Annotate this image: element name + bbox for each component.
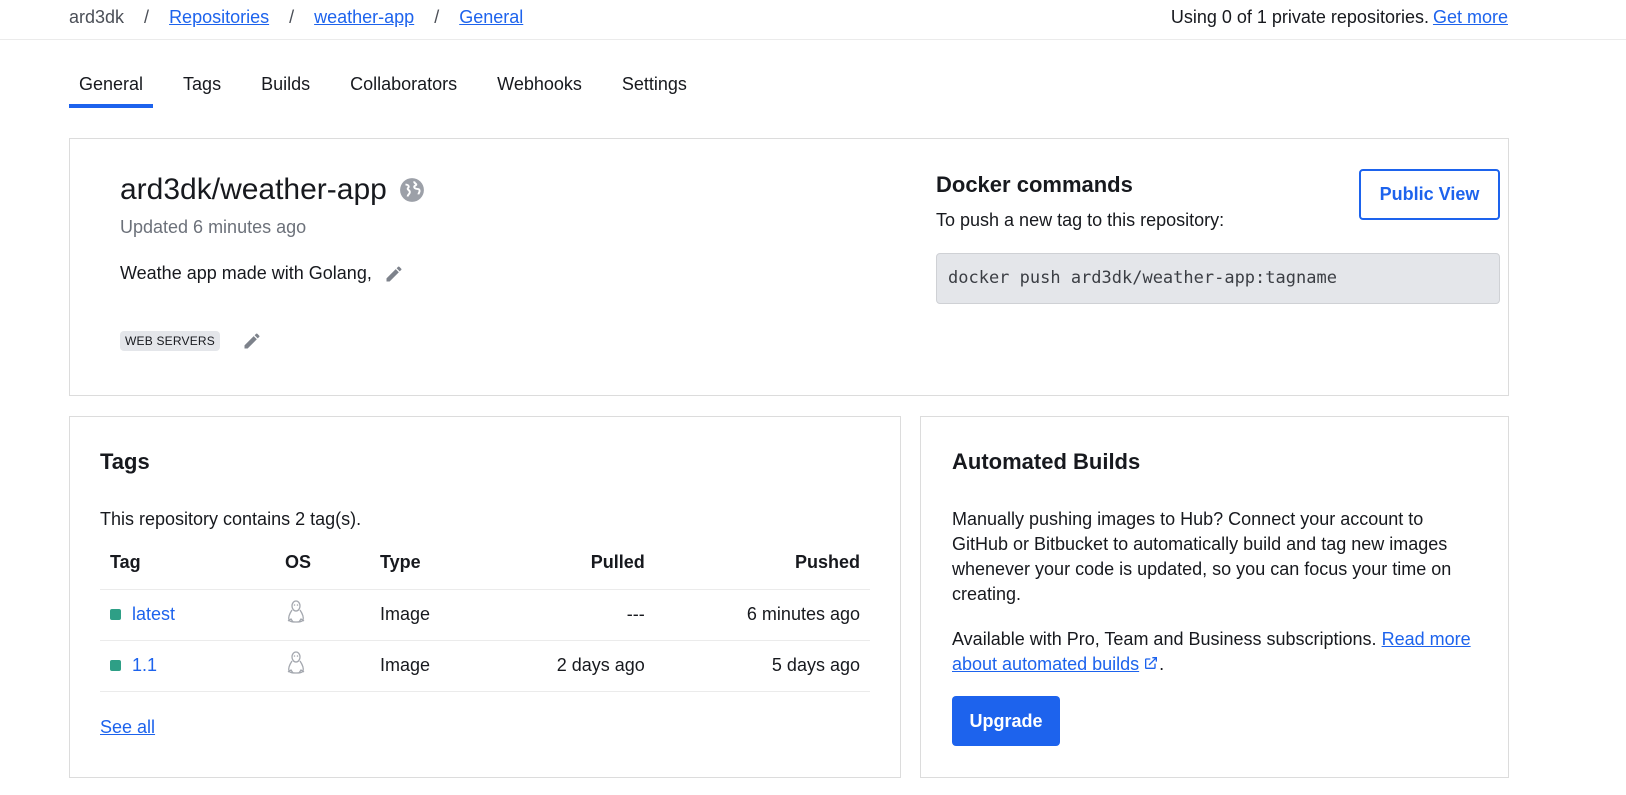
automated-builds-availability: Available with Pro, Team and Business su… — [952, 627, 1482, 678]
tab-general[interactable]: General — [69, 74, 154, 108]
tag-name-wrap: latest — [110, 604, 175, 625]
tab-builds[interactable]: Builds — [251, 74, 320, 108]
edit-description-pencil-icon[interactable] — [384, 264, 404, 284]
tab-tags[interactable]: Tags — [173, 74, 231, 108]
tag-status-dot-icon — [110, 609, 121, 620]
docker-commands-title: Docker commands — [936, 172, 1133, 197]
breadcrumb-repositories-link[interactable]: Repositories — [169, 7, 269, 28]
table-header-row: Tag OS Type Pulled Pushed — [100, 537, 870, 590]
upgrade-button[interactable]: Upgrade — [952, 696, 1060, 746]
col-tag: Tag — [100, 537, 275, 590]
os-cell — [275, 589, 370, 641]
tag-cell: 1.1 — [100, 640, 275, 692]
col-pushed: Pushed — [654, 537, 870, 590]
tag-link[interactable]: 1.1 — [132, 655, 157, 676]
linux-icon — [285, 600, 307, 629]
tags-table: Tag OS Type Pulled Pushed latest Image -… — [100, 537, 870, 692]
availability-text: Available with Pro, Team and Business su… — [952, 629, 1377, 649]
docker-push-command[interactable]: docker push ard3dk/weather-app:tagname — [936, 253, 1500, 304]
repo-description: Weathe app made with Golang, — [120, 263, 372, 283]
top-bar: ard3dk / Repositories / weather-app / Ge… — [0, 0, 1626, 40]
globe-icon — [399, 177, 425, 203]
linux-icon — [285, 651, 307, 680]
breadcrumb-separator: / — [434, 7, 440, 27]
col-type: Type — [370, 537, 480, 590]
repo-title-row: ard3dk/weather-app — [120, 173, 425, 207]
automated-builds-description: Manually pushing images to Hub? Connect … — [952, 509, 1452, 604]
repo-name: ard3dk/weather-app — [120, 173, 387, 206]
breadcrumb-separator: / — [289, 7, 295, 27]
automated-builds-panel: Automated Builds Manually pushing images… — [920, 416, 1509, 778]
category-row: WEB SERVERS — [120, 331, 262, 351]
breadcrumb-separator: / — [144, 7, 150, 27]
repo-tabs: General Tags Builds Collaborators Webhoo… — [69, 74, 717, 108]
table-row: latest Image --- 6 minutes ago — [100, 589, 870, 641]
pulled-cell: --- — [480, 589, 655, 641]
type-cell: Image — [370, 640, 480, 692]
repo-updated: Updated 6 minutes ago — [120, 217, 307, 237]
tab-webhooks[interactable]: Webhooks — [487, 74, 592, 108]
repo-overview-panel: ard3dk/weather-app Updated 6 minutes ago… — [69, 138, 1509, 396]
breadcrumb: ard3dk / Repositories / weather-app / Ge… — [69, 7, 523, 28]
see-all-tags-link[interactable]: See all — [100, 717, 155, 738]
breadcrumb-general-link[interactable]: General — [459, 7, 523, 28]
tab-settings[interactable]: Settings — [612, 74, 697, 108]
tab-collaborators[interactable]: Collaborators — [340, 74, 467, 108]
docker-commands-subtitle: To push a new tag to this repository: — [936, 210, 1225, 230]
breadcrumb-user: ard3dk — [69, 7, 125, 27]
repo-description-row: Weathe app made with Golang, — [120, 263, 404, 284]
tag-cell: latest — [100, 589, 275, 641]
get-more-link[interactable]: Get more — [1433, 7, 1508, 27]
external-link-icon — [1143, 653, 1159, 678]
tag-link[interactable]: latest — [132, 604, 175, 625]
tag-name-wrap: 1.1 — [110, 655, 157, 676]
col-pulled: Pulled — [480, 537, 655, 590]
availability-end: . — [1159, 654, 1165, 674]
pushed-cell: 6 minutes ago — [654, 589, 870, 641]
tags-summary: This repository contains 2 tag(s). — [100, 509, 362, 529]
public-view-button[interactable]: Public View — [1359, 169, 1500, 220]
category-chip: WEB SERVERS — [120, 331, 221, 351]
table-row: 1.1 Image 2 days ago 5 days ago — [100, 640, 870, 692]
tags-title: Tags — [100, 449, 150, 474]
tag-status-dot-icon — [110, 660, 121, 671]
pushed-cell: 5 days ago — [654, 640, 870, 692]
os-cell — [275, 640, 370, 692]
usage-text: Using 0 of 1 private repositories. — [1170, 7, 1429, 27]
breadcrumb-repo-link[interactable]: weather-app — [314, 7, 414, 28]
automated-builds-title: Automated Builds — [952, 449, 1141, 474]
tags-panel: Tags This repository contains 2 tag(s). … — [69, 416, 901, 778]
private-repo-usage: Using 0 of 1 private repositories. Get mo… — [1171, 7, 1508, 28]
edit-category-pencil-icon[interactable] — [242, 331, 262, 351]
pulled-cell: 2 days ago — [480, 640, 655, 692]
col-os: OS — [275, 537, 370, 590]
type-cell: Image — [370, 589, 480, 641]
